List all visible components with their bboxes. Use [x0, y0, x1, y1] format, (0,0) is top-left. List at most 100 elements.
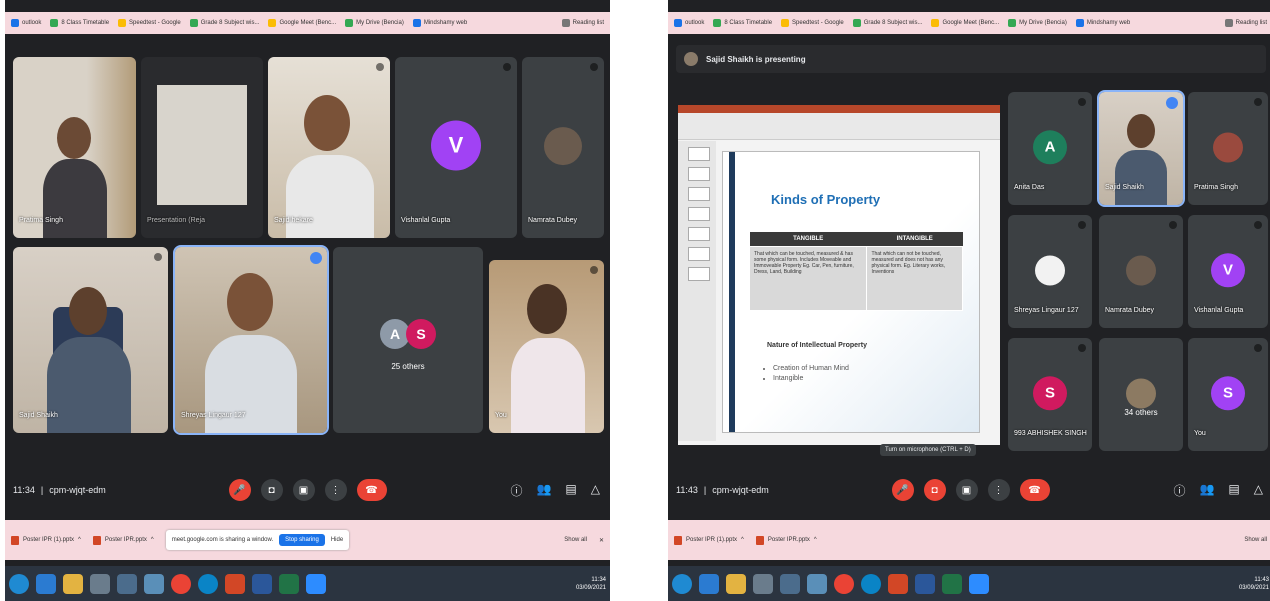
bookmark-outlook[interactable]: outlook: [11, 19, 41, 27]
activities-icon[interactable]: △: [1254, 482, 1263, 499]
table-header: TANGIBLE: [749, 232, 867, 247]
app-icon[interactable]: [780, 573, 800, 594]
camera-toggle-button[interactable]: ◘: [923, 479, 946, 501]
chrome-icon[interactable]: [171, 573, 191, 594]
participant-tile-pratima[interactable]: Pratima Singh: [1188, 92, 1268, 205]
slide-thumbnail: [688, 207, 710, 221]
show-all-button[interactable]: Show all: [564, 537, 587, 543]
folder-icon[interactable]: [63, 573, 83, 594]
participant-tile-shreyas[interactable]: Shreyas Lingaur 127: [1008, 215, 1092, 328]
stop-sharing-button[interactable]: Stop sharing: [279, 534, 325, 546]
meet-icon: [931, 19, 940, 27]
participant-tile-abhishek[interactable]: S 993 ABHISHEK SINGH: [1008, 338, 1092, 451]
camera-toggle-button[interactable]: ◘: [260, 479, 283, 501]
bookmark-mindshamy[interactable]: Mindshamy web: [412, 19, 467, 27]
more-options-button[interactable]: ⋮: [987, 479, 1010, 501]
app-icon[interactable]: [144, 573, 164, 594]
shared-screen: Kinds of Property TANGIBLE INTANGIBLE Th…: [678, 105, 1000, 445]
people-icon[interactable]: 👥: [536, 482, 551, 499]
bookmark-drive[interactable]: My Drive (Bencia): [345, 19, 404, 27]
folder-icon[interactable]: [726, 573, 746, 594]
download-item[interactable]: Poster IPR.pptx ^: [92, 535, 154, 545]
mic-toggle-button[interactable]: 🎤: [891, 479, 914, 501]
bookmark-speedtest[interactable]: Speedtest - Google: [781, 19, 844, 27]
participant-tile-vishanlal[interactable]: V Vishanlal Gupta: [1188, 215, 1268, 328]
excel-icon[interactable]: [279, 573, 299, 594]
drive-icon: [1008, 19, 1017, 27]
download-item[interactable]: Poster IPR (1).pptx ^: [11, 535, 81, 545]
reading-list-button[interactable]: Reading list: [1224, 19, 1267, 27]
hide-button[interactable]: Hide: [331, 537, 343, 543]
reading-list-button[interactable]: Reading list: [561, 19, 604, 27]
app-icon[interactable]: [807, 573, 827, 594]
zoom-icon[interactable]: [969, 573, 989, 594]
ie-icon[interactable]: [36, 573, 56, 594]
chevron-up-icon: ^: [150, 537, 154, 543]
zoom-icon[interactable]: [306, 573, 326, 594]
info-icon[interactable]: ⓘ: [510, 482, 522, 499]
participant-tile-sajid[interactable]: Sajid Shaikh: [13, 247, 168, 433]
download-item[interactable]: Poster IPR (1).pptx ^: [674, 535, 744, 545]
powerpoint-icon[interactable]: [888, 573, 908, 594]
presentation-tile[interactable]: Presentation (Reja: [141, 57, 263, 238]
bookmark-timetable[interactable]: 8 Class Timetable: [713, 19, 772, 27]
edge-icon[interactable]: [861, 573, 881, 594]
show-all-button[interactable]: Show all: [1244, 537, 1267, 543]
bookmark-speedtest[interactable]: Speedtest - Google: [118, 19, 181, 27]
participant-name: You: [495, 412, 507, 419]
meeting-time: 11:43: [676, 485, 698, 495]
start-icon[interactable]: [672, 573, 692, 594]
app-icon[interactable]: [753, 573, 773, 594]
participant-tile-pratima[interactable]: Pratima Singh: [13, 57, 136, 238]
download-item[interactable]: Poster IPR.pptx ^: [755, 535, 817, 545]
start-icon[interactable]: [9, 573, 29, 594]
participant-tile-anita[interactable]: A Anita Das: [1008, 92, 1092, 205]
participant-tile-3[interactable]: Sajid hekare: [268, 57, 390, 238]
edge-icon[interactable]: [198, 573, 218, 594]
app-icon[interactable]: [90, 573, 110, 594]
others-tile[interactable]: 34 others: [1099, 338, 1183, 451]
bookmark-meet[interactable]: Google Meet (Benc...: [931, 19, 999, 27]
others-tile[interactable]: A S 25 others: [333, 247, 483, 433]
present-button[interactable]: ▣: [292, 479, 315, 501]
presentation-thumbnail: [157, 85, 247, 205]
system-tray: 11:34 03/09/2021: [575, 576, 606, 591]
participant-tile-you[interactable]: You: [489, 260, 604, 433]
powerpoint-icon[interactable]: [225, 573, 245, 594]
app-icon[interactable]: [117, 573, 137, 594]
close-icon[interactable]: ✕: [599, 537, 604, 544]
chat-icon[interactable]: ▤: [565, 482, 576, 499]
activities-icon[interactable]: △: [591, 482, 600, 499]
more-options-button[interactable]: ⋮: [324, 479, 347, 501]
meet-icon: [268, 19, 277, 27]
participant-tile-shreyas[interactable]: Shreyas Lingaur 127: [173, 245, 329, 435]
bookmark-outlook[interactable]: outlook: [674, 19, 704, 27]
word-icon[interactable]: [252, 573, 272, 594]
bookmark-mindshamy[interactable]: Mindshamy web: [1075, 19, 1130, 27]
participant-tile-namrata[interactable]: Namrata Dubey: [522, 57, 604, 238]
participant-tile-sajid[interactable]: Sajid Shaikh: [1097, 90, 1185, 207]
bookmark-timetable[interactable]: 8 Class Timetable: [50, 19, 109, 27]
end-call-button[interactable]: ☎: [1019, 479, 1050, 501]
bookmark-drive[interactable]: My Drive (Bencia): [1008, 19, 1067, 27]
mic-toggle-button[interactable]: 🎤: [228, 479, 251, 501]
more-options-icon[interactable]: [1166, 97, 1178, 109]
participant-tile-vishanlal[interactable]: V Vishanlal Gupta: [395, 57, 517, 238]
people-icon[interactable]: 👥: [1199, 482, 1214, 499]
others-count: 34 others: [1124, 408, 1158, 418]
participant-tile-you[interactable]: S You: [1188, 338, 1268, 451]
end-call-button[interactable]: ☎: [356, 479, 387, 501]
present-button[interactable]: ▣: [955, 479, 978, 501]
bookmark-grade8[interactable]: Grade 8 Subject wis...: [189, 19, 259, 27]
bookmark-grade8[interactable]: Grade 8 Subject wis...: [852, 19, 922, 27]
avatar: [1035, 255, 1065, 285]
excel-icon[interactable]: [942, 573, 962, 594]
ie-icon[interactable]: [699, 573, 719, 594]
chrome-icon[interactable]: [834, 573, 854, 594]
word-icon[interactable]: [915, 573, 935, 594]
avatar: [1126, 378, 1156, 408]
participant-tile-namrata[interactable]: Namrata Dubey: [1099, 215, 1183, 328]
bookmark-meet[interactable]: Google Meet (Benc...: [268, 19, 336, 27]
info-icon[interactable]: ⓘ: [1173, 482, 1185, 499]
chat-icon[interactable]: ▤: [1228, 482, 1239, 499]
